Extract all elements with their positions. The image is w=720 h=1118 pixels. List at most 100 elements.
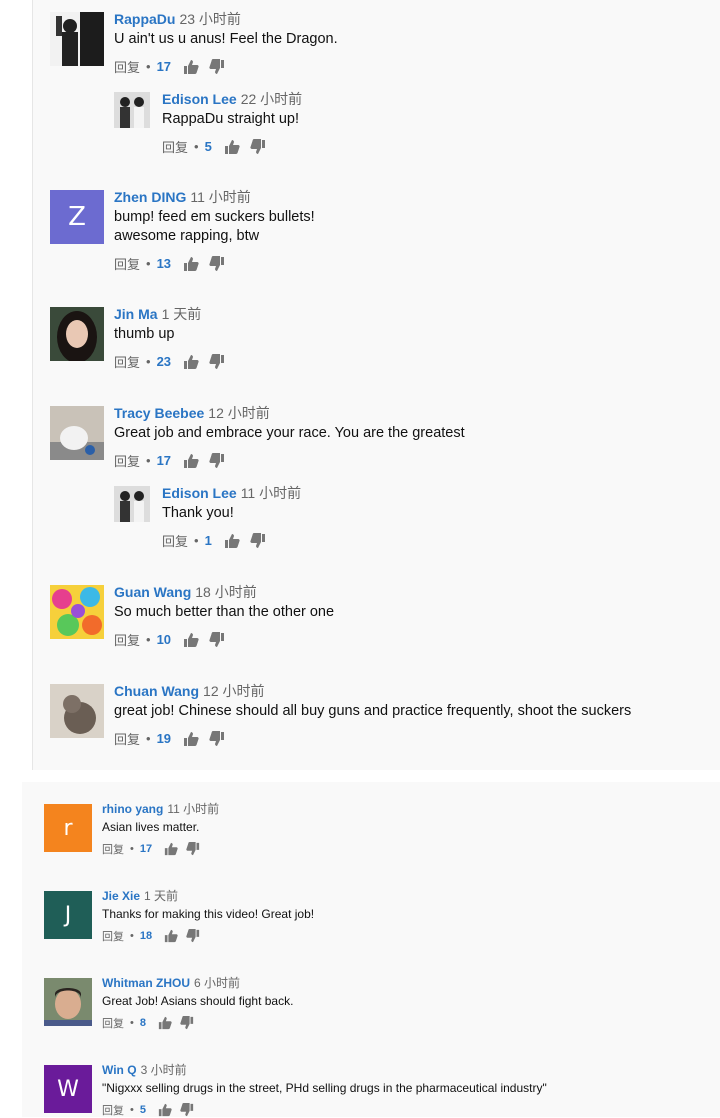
comment-author[interactable]: rhino yang <box>102 802 163 816</box>
separator-dot: • <box>146 354 151 369</box>
comment-time[interactable]: 12 小时前 <box>208 405 269 421</box>
comment-author[interactable]: RappaDu <box>114 11 175 27</box>
comment-author[interactable]: Jin Ma <box>114 306 158 322</box>
reply-button[interactable]: 回复 <box>114 57 140 76</box>
comment-time[interactable]: 11 小时前 <box>167 802 219 816</box>
separator-dot: • <box>194 533 199 548</box>
like-count: 19 <box>156 731 172 746</box>
avatar[interactable] <box>50 585 104 639</box>
avatar[interactable]: J <box>44 891 92 939</box>
thumbs-down-icon[interactable] <box>209 730 225 747</box>
comment-time[interactable]: 11 小时前 <box>241 485 301 501</box>
reply-button[interactable]: 回复 <box>114 254 140 273</box>
thumbs-up-icon[interactable] <box>183 354 199 370</box>
reply-button[interactable]: 回复 <box>114 352 140 371</box>
thumbs-down-icon[interactable] <box>186 842 200 856</box>
comment-time[interactable]: 11 小时前 <box>190 189 250 205</box>
reply-button[interactable]: 回复 <box>102 1015 124 1031</box>
thumbs-up-icon[interactable] <box>164 842 178 856</box>
comment-author[interactable]: Edison Lee <box>162 91 237 107</box>
comment-text: So much better than the other one <box>114 604 335 620</box>
thumbs-down-icon[interactable] <box>186 929 200 943</box>
comment-time[interactable]: 3 小时前 <box>141 1063 187 1077</box>
reply-button[interactable]: 回复 <box>162 137 188 156</box>
like-count: 5 <box>204 139 212 154</box>
separator-dot: • <box>146 59 151 74</box>
thumbs-down-icon[interactable] <box>209 452 225 469</box>
avatar[interactable] <box>44 978 92 1026</box>
comment-time[interactable]: 12 小时前 <box>203 683 264 699</box>
comment-author[interactable]: Whitman ZHOU <box>102 976 190 990</box>
avatar[interactable] <box>114 92 150 128</box>
reply-button[interactable]: 回复 <box>102 1102 124 1118</box>
like-count: 17 <box>156 453 172 468</box>
comment-author[interactable]: Win Q <box>102 1063 137 1077</box>
reply-button[interactable]: 回复 <box>162 531 188 550</box>
comment-time[interactable]: 1 天前 <box>162 306 202 322</box>
thumbs-down-icon[interactable] <box>180 1103 194 1117</box>
avatar[interactable]: W <box>44 1065 92 1113</box>
separator-dot: • <box>130 1104 134 1116</box>
comment-text: great job! Chinese should all buy guns a… <box>114 703 632 719</box>
thumbs-down-icon[interactable] <box>209 255 225 272</box>
avatar[interactable] <box>50 12 104 66</box>
comment-text: Asian lives matter. <box>102 820 200 834</box>
comment-author[interactable]: Chuan Wang <box>114 683 199 699</box>
thumbs-up-icon[interactable] <box>158 1103 172 1117</box>
thumbs-up-icon[interactable] <box>224 139 240 155</box>
separator-dot: • <box>146 632 151 647</box>
thumbs-up-icon[interactable] <box>224 533 240 549</box>
comment-text: bump! feed em suckers bullets! <box>114 209 315 225</box>
avatar[interactable]: Z <box>50 190 104 244</box>
thumbs-down-icon[interactable] <box>250 138 266 155</box>
thumbs-down-icon[interactable] <box>209 631 225 648</box>
comment-text: thumb up <box>114 326 175 342</box>
separator-dot: • <box>130 930 134 942</box>
thumbs-down-icon[interactable] <box>180 1016 194 1030</box>
avatar[interactable] <box>50 406 104 460</box>
reply-button[interactable]: 回复 <box>114 630 140 649</box>
avatar[interactable]: r <box>44 804 92 852</box>
thumbs-up-icon[interactable] <box>183 256 199 272</box>
like-count: 18 <box>139 930 153 942</box>
thumbs-up-icon[interactable] <box>164 929 178 943</box>
reply-button[interactable]: 回复 <box>102 841 124 857</box>
comment-time[interactable]: 1 天前 <box>144 889 178 903</box>
comment-text: "Nigxxx selling drugs in the street, PHd… <box>102 1081 547 1095</box>
like-count: 17 <box>139 843 153 855</box>
avatar[interactable] <box>50 307 104 361</box>
comment-text: Great job and embrace your race. You are… <box>114 425 465 441</box>
thumbs-up-icon[interactable] <box>183 59 199 75</box>
thumbs-down-icon[interactable] <box>209 58 225 75</box>
comment-author[interactable]: Edison Lee <box>162 485 237 501</box>
separator-dot: • <box>146 256 151 271</box>
comment-time[interactable]: 22 小时前 <box>241 91 302 107</box>
like-count: 17 <box>156 59 172 74</box>
separator-dot: • <box>130 1017 134 1029</box>
reply-button[interactable]: 回复 <box>114 451 140 470</box>
thumbs-down-icon[interactable] <box>209 353 225 370</box>
avatar[interactable] <box>50 684 104 738</box>
comment-text: Great Job! Asians should fight back. <box>102 994 294 1008</box>
separator-dot: • <box>194 139 199 154</box>
thumbs-up-icon[interactable] <box>183 453 199 469</box>
comment-author[interactable]: Tracy Beebee <box>114 405 204 421</box>
thumbs-up-icon[interactable] <box>183 731 199 747</box>
reply-button[interactable]: 回复 <box>102 928 124 944</box>
comment-time[interactable]: 23 小时前 <box>179 11 240 27</box>
comment-time[interactable]: 6 小时前 <box>194 976 240 990</box>
thumbs-up-icon[interactable] <box>183 632 199 648</box>
comment-author[interactable]: Zhen DING <box>114 189 186 205</box>
comment-author[interactable]: Jie Xie <box>102 889 140 903</box>
avatar[interactable] <box>114 486 150 522</box>
thumbs-up-icon[interactable] <box>158 1016 172 1030</box>
separator-dot: • <box>146 453 151 468</box>
thumbs-down-icon[interactable] <box>250 532 266 549</box>
comment-text: U ain't us u anus! Feel the Dragon. <box>114 31 338 47</box>
like-count: 10 <box>156 632 172 647</box>
like-count: 8 <box>139 1017 146 1029</box>
reply-button[interactable]: 回复 <box>114 729 140 748</box>
comment-time[interactable]: 18 小时前 <box>195 584 256 600</box>
comment-author[interactable]: Guan Wang <box>114 584 191 600</box>
like-count: 1 <box>204 533 212 548</box>
